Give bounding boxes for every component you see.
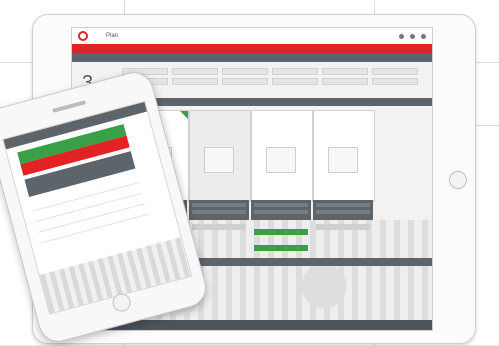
form-field[interactable] (272, 78, 318, 85)
phone-speaker (52, 100, 87, 113)
app-header: Plan (72, 28, 432, 44)
status-flag (180, 111, 188, 119)
card-controls (251, 200, 311, 220)
card-preview (328, 147, 358, 173)
control-line[interactable] (254, 210, 308, 214)
header-icon[interactable] (410, 33, 415, 39)
control-line[interactable] (316, 203, 370, 207)
form-field[interactable] (322, 68, 368, 75)
form-field[interactable] (322, 78, 368, 85)
phone-screen (2, 100, 193, 315)
control-line[interactable] (192, 210, 246, 214)
grey-action-button[interactable] (192, 224, 246, 230)
card-preview (204, 147, 234, 173)
form-field[interactable] (372, 78, 418, 85)
header-icon[interactable] (421, 33, 426, 39)
form-field[interactable] (172, 78, 218, 85)
card-controls (313, 200, 373, 220)
app-title: Plan (106, 33, 119, 39)
green-action-button[interactable] (254, 229, 308, 235)
card-controls (189, 200, 249, 220)
red-navigation-bar (72, 44, 432, 54)
plan-card[interactable] (251, 110, 313, 202)
form-field[interactable] (172, 68, 218, 75)
plan-card[interactable] (313, 110, 375, 202)
form-field[interactable] (222, 78, 268, 85)
tablet-home-button[interactable] (449, 171, 467, 189)
card-preview (266, 147, 296, 173)
header-actions (399, 33, 426, 39)
form-field[interactable] (272, 68, 318, 75)
control-line[interactable] (192, 203, 246, 207)
control-line[interactable] (254, 203, 308, 207)
header-icon[interactable] (399, 33, 404, 39)
green-action-button[interactable] (254, 245, 308, 251)
control-line[interactable] (316, 210, 370, 214)
grey-action-button[interactable] (316, 224, 370, 230)
form-field[interactable] (372, 68, 418, 75)
section-header (72, 54, 432, 62)
form-field[interactable] (222, 68, 268, 75)
logo-icon (78, 31, 88, 41)
plan-card[interactable] (189, 110, 251, 202)
